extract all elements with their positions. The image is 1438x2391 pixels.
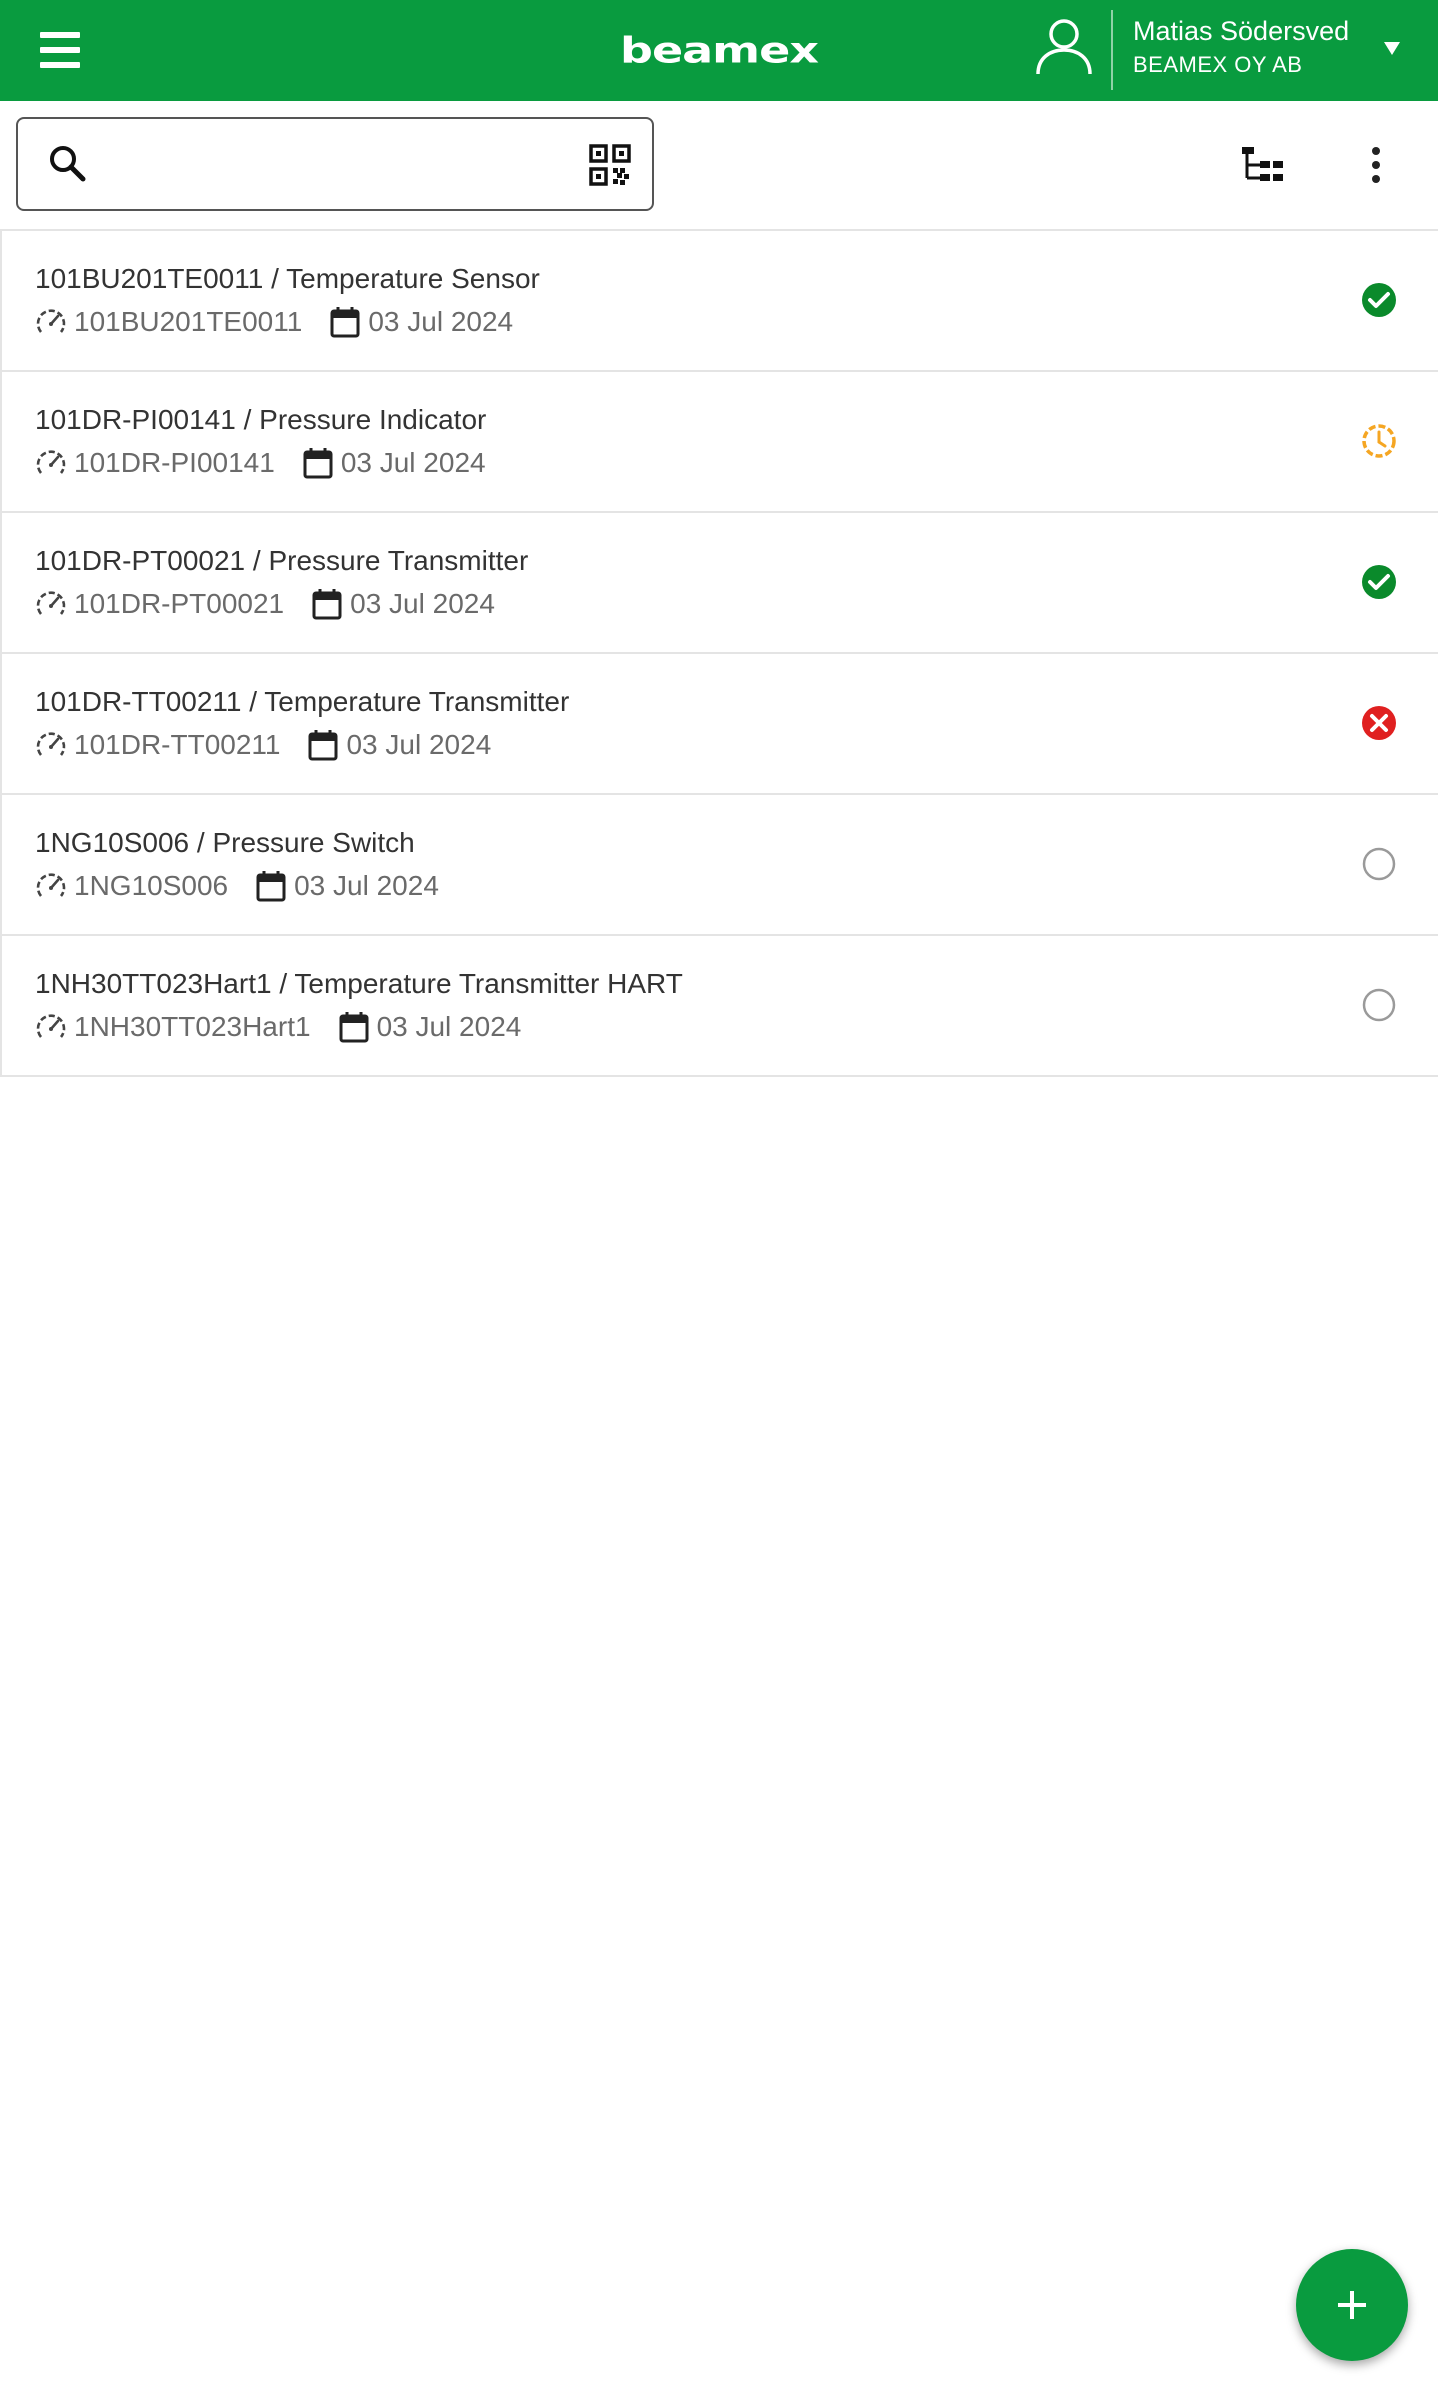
list-item[interactable]: 101DR-PI00141 / Pressure Indicator 101DR-… — [0, 372, 1438, 513]
calibration-date: 03 Jul 2024 — [294, 870, 439, 901]
logo-text: beamex — [620, 28, 819, 72]
header-divider — [1111, 10, 1113, 90]
add-button[interactable] — [1296, 2249, 1408, 2361]
chevron-down-icon[interactable] — [1384, 42, 1400, 55]
position-list: 101BU201TE0011 / Temperature Sensor 101BU… — [0, 229, 1438, 1077]
not-started-status-icon — [1362, 847, 1396, 881]
position-id: 1NG10S006 — [74, 870, 229, 901]
calendar-icon — [339, 1012, 369, 1043]
gauge-icon — [36, 309, 66, 333]
search-icon — [50, 146, 86, 182]
company-name: BEAMEX OY AB — [1133, 52, 1303, 77]
calibration-date: 03 Jul 2024 — [340, 447, 486, 478]
calendar-icon — [330, 307, 360, 338]
list-item[interactable]: 1NG10S006 / Pressure Switch 1NG10S006 03 J… — [0, 795, 1438, 936]
passed-status-icon — [1362, 283, 1396, 317]
plus-icon — [1338, 2291, 1366, 2319]
user-icon[interactable] — [1032, 14, 1096, 78]
gauge-icon — [36, 591, 66, 615]
position-id: 101DR-TT00211 — [74, 729, 281, 760]
gauge-icon — [36, 450, 66, 474]
position-id: 101DR-PI00141 — [74, 447, 275, 478]
position-title: 101DR-TT00211 / Temperature Transmitter — [35, 686, 570, 717]
position-id: 101DR-PT00021 — [74, 588, 285, 619]
position-meta: 101DR-PI00141 03 Jul 2024 — [34, 444, 486, 482]
list-item[interactable]: 1NH30TT023Hart1 / Temperature Transmitte… — [0, 936, 1438, 1077]
calibration-date: 03 Jul 2024 — [368, 306, 514, 337]
user-account-menu[interactable]: Matias Södersved BEAMEX OY AB — [1133, 12, 1383, 80]
position-id: 101BU201TE0011 — [74, 306, 303, 337]
in-progress-status-icon — [1362, 424, 1396, 458]
calibration-date: 03 Jul 2024 — [350, 588, 495, 619]
passed-status-icon — [1362, 565, 1396, 599]
tree-view-icon[interactable] — [1240, 145, 1286, 185]
position-title: 1NG10S006 / Pressure Switch — [35, 827, 415, 858]
gauge-icon — [36, 1014, 66, 1038]
qr-code-icon[interactable] — [589, 144, 631, 186]
failed-status-icon — [1362, 706, 1396, 740]
not-started-status-icon — [1362, 988, 1396, 1022]
calendar-icon — [256, 871, 286, 902]
list-item[interactable]: 101DR-PT00021 / Pressure Transmitter 101D… — [0, 513, 1438, 654]
user-name: Matias Södersved — [1133, 16, 1350, 46]
position-id: 1NH30TT023Hart1 — [74, 1011, 311, 1042]
calibration-date: 03 Jul 2024 — [346, 729, 492, 760]
position-title: 101DR-PI00141 / Pressure Indicator — [35, 404, 487, 435]
app-header: beamex Matias Södersved BEAMEX OY AB — [0, 0, 1438, 101]
gauge-icon — [36, 732, 66, 756]
calendar-icon — [308, 730, 338, 761]
list-item[interactable]: 101BU201TE0011 / Temperature Sensor 101BU… — [0, 231, 1438, 372]
gauge-icon — [36, 873, 66, 897]
search-box[interactable] — [16, 117, 654, 211]
position-title: 101DR-PT00021 / Pressure Transmitter — [35, 545, 529, 576]
search-input[interactable] — [106, 135, 580, 195]
more-vertical-icon[interactable] — [1362, 145, 1390, 185]
position-meta: 1NH30TT023Hart1 03 Jul 2024 — [34, 1008, 521, 1046]
list-item[interactable]: 101DR-TT00211 / Temperature Transmitter 1… — [0, 654, 1438, 795]
position-meta: 101BU201TE0011 03 Jul 2024 — [34, 303, 513, 341]
position-title: 1NH30TT023Hart1 / Temperature Transmitte… — [35, 968, 683, 999]
position-title: 101BU201TE0011 / Temperature Sensor — [35, 263, 540, 294]
position-meta: 1NG10S006 03 Jul 2024 — [34, 867, 439, 905]
calibration-date: 03 Jul 2024 — [376, 1011, 522, 1042]
position-meta: 101DR-PT00021 03 Jul 2024 — [34, 585, 495, 623]
calendar-icon — [312, 589, 342, 620]
calendar-icon — [303, 448, 333, 479]
position-meta: 101DR-TT00211 03 Jul 2024 — [34, 726, 491, 764]
